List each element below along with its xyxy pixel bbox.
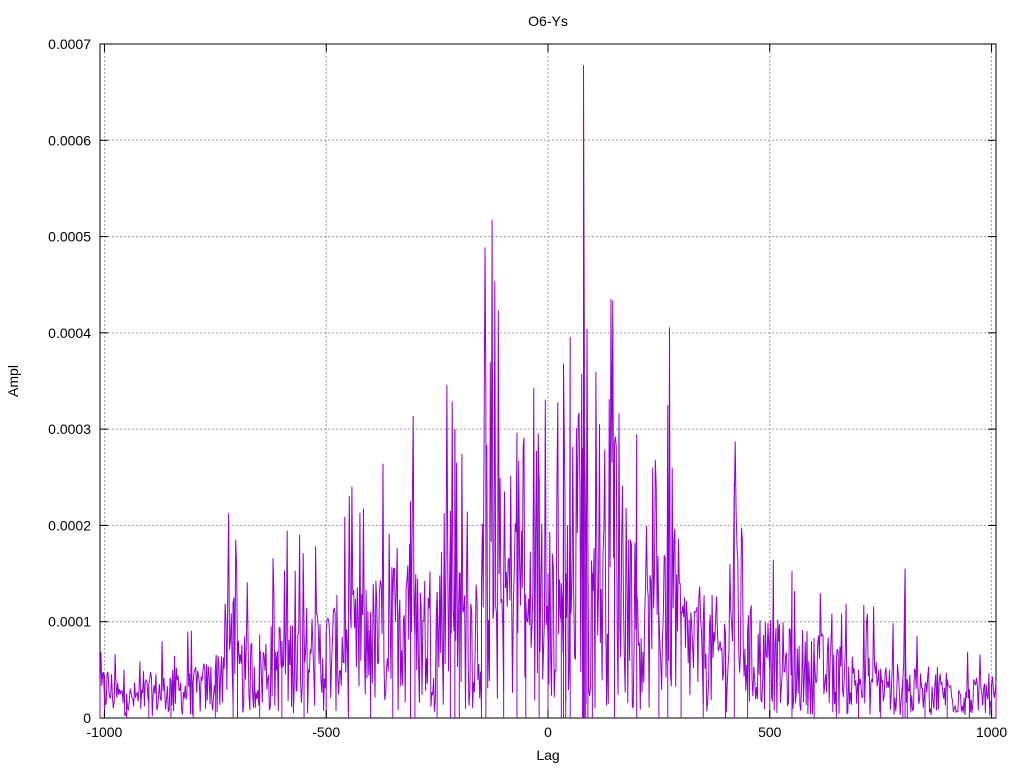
series-layer [99, 65, 997, 718]
y-tick-label: 0.0004 [48, 325, 91, 341]
y-tick-label: 0.0002 [48, 517, 91, 533]
y-tick-label: 0.0006 [48, 132, 91, 148]
x-tick-label: 0 [544, 724, 552, 740]
y-tick-label: 0.0007 [48, 36, 91, 52]
correlation-chart: 0 0.0001 0.0002 0.0003 0.0004 0.0005 0.0006 0.0… [5, 13, 1007, 763]
x-tick-label: 500 [758, 724, 782, 740]
x-tick-label: -1000 [87, 724, 123, 740]
chart-title: O6-Ys [528, 13, 568, 29]
x-tick-label: 1000 [976, 724, 1007, 740]
x-tick-label: -500 [312, 724, 340, 740]
y-tick-label: 0.0003 [48, 421, 91, 437]
y-tick-label: 0.0001 [48, 614, 91, 630]
y-axis-label: Ampl [5, 365, 21, 397]
y-tick-label: 0.0005 [48, 229, 91, 245]
x-axis-label: Lag [536, 747, 559, 763]
